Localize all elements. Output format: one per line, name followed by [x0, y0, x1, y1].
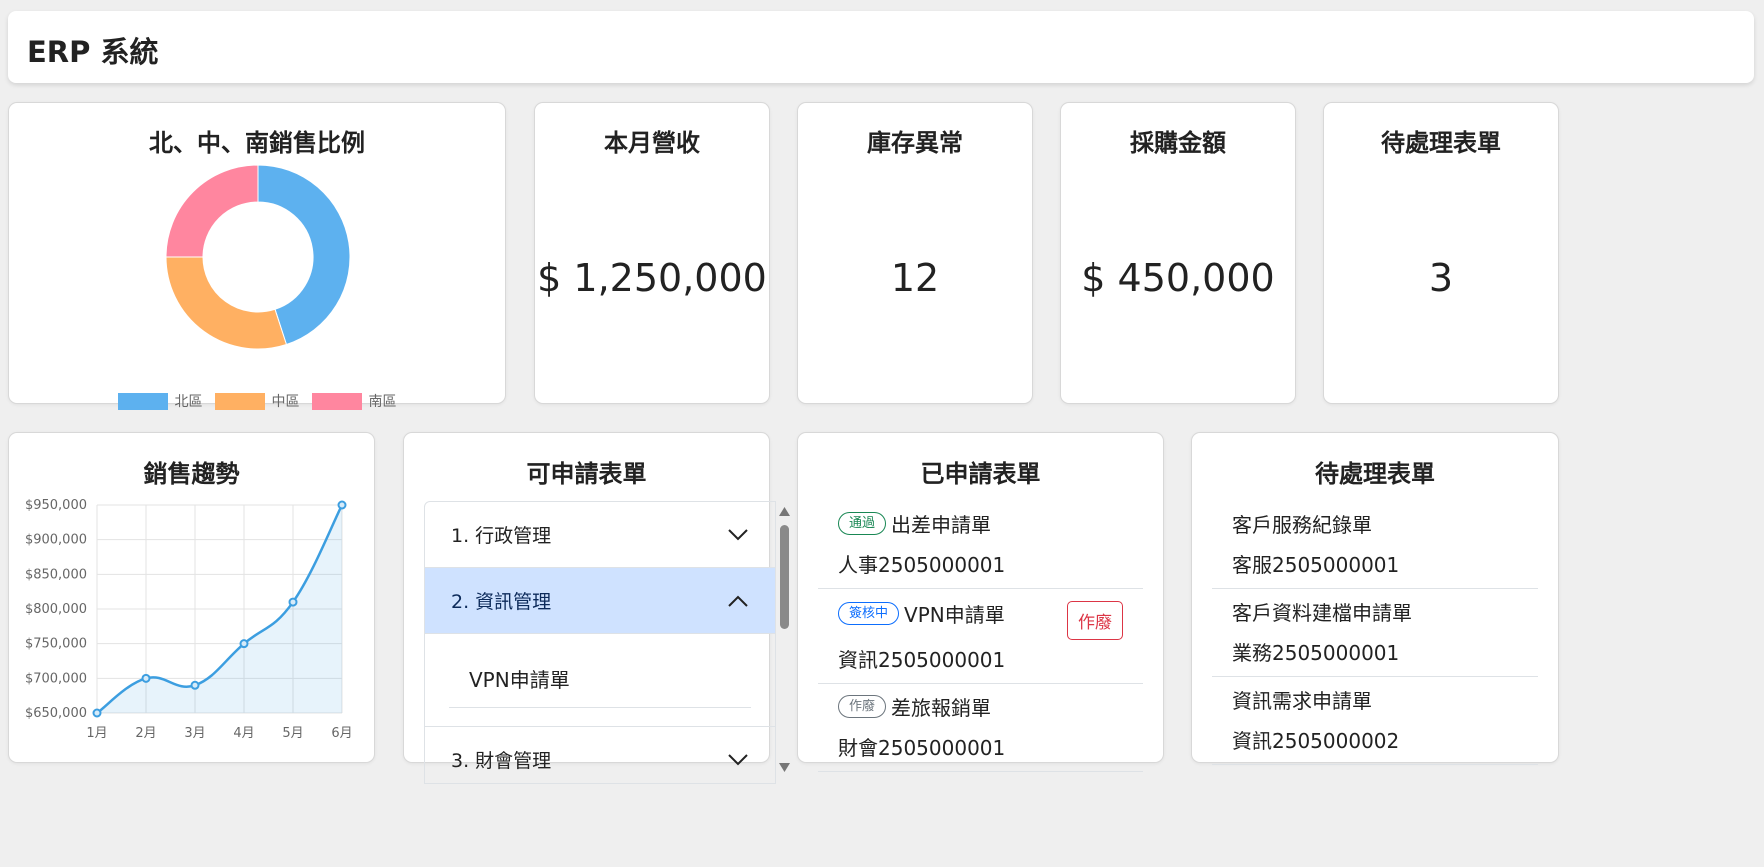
- sales-trend-line-chart: $950,000 $900,000 $850,000 $800,000 $750,000…: [25, 498, 353, 741]
- form-name: VPN申請單: [904, 603, 1005, 627]
- form-number: 財會2505000001: [838, 736, 1006, 760]
- top-navbar: ERP 系統: [8, 11, 1754, 83]
- x-tick-label: 4月: [233, 726, 254, 741]
- kpi-card-inventory-alert: 庫存異常 12: [797, 102, 1033, 404]
- y-tick-label: $650,000: [25, 706, 87, 721]
- sales-ratio-donut-chart: [165, 164, 351, 350]
- form-number: 業務2505000001: [1232, 641, 1400, 665]
- legend-item[interactable]: 南區: [311, 391, 397, 411]
- y-tick-label: $700,000: [25, 671, 87, 686]
- list-item[interactable]: 資訊需求申請單 資訊2505000002: [1212, 677, 1538, 765]
- accordion-header-label: 1. 行政管理: [451, 525, 552, 547]
- form-name: 出差申請單: [891, 513, 992, 537]
- legend-swatch: [311, 392, 362, 410]
- legend-label: 中區: [271, 394, 300, 410]
- kpi-card-pending-forms: 待處理表單 3: [1323, 102, 1559, 404]
- chevron-up-icon: [728, 595, 748, 607]
- form-link-vpn[interactable]: VPN申請單: [449, 652, 751, 708]
- app-title[interactable]: ERP 系統: [27, 29, 159, 71]
- legend-swatch: [214, 392, 265, 410]
- void-button[interactable]: 作廢: [1067, 601, 1123, 640]
- form-number: 人事2505000001: [838, 553, 1006, 577]
- kpi-title: 採購金額: [1130, 129, 1226, 157]
- data-point[interactable]: [288, 597, 298, 607]
- kpi-value: 3: [1428, 256, 1454, 300]
- kpi-title: 本月營收: [604, 129, 700, 157]
- kpi-value: $ 450,000: [1081, 256, 1275, 300]
- form-number: 資訊2505000001: [838, 648, 1006, 672]
- accordion-header-admin[interactable]: 1. 行政管理: [425, 502, 775, 568]
- kpi-value: $ 1,250,000: [537, 256, 767, 300]
- data-point[interactable]: [141, 673, 151, 683]
- donut-slice-2[interactable]: [165, 164, 259, 258]
- status-badge: 簽核中: [838, 601, 900, 626]
- kpi-title: 庫存異常: [867, 129, 963, 157]
- available-forms-card: 可申請表單 1. 行政管理 2. 資訊管理 VPN申請單 3. 財會管理: [403, 432, 790, 784]
- y-tick-label: $800,000: [25, 602, 87, 617]
- data-point[interactable]: [239, 639, 249, 649]
- y-tick-label: $750,000: [25, 637, 87, 652]
- kpi-card-purchase-amount: 採購金額 $ 450,000: [1060, 102, 1296, 404]
- form-name: 客戶資料建檔申請單: [1232, 601, 1412, 625]
- form-number: 資訊2505000002: [1232, 729, 1400, 753]
- accordion-header-it[interactable]: 2. 資訊管理: [425, 568, 775, 634]
- list-item[interactable]: 客戶資料建檔申請單 業務2505000001: [1212, 589, 1538, 677]
- kpi-title: 待處理表單: [1381, 129, 1501, 157]
- sales-ratio-card: 北、中、南銷售比例 北區 中區 南區: [8, 102, 506, 410]
- list-item[interactable]: 簽核中 VPN申請單 資訊2505000001 作廢: [818, 589, 1143, 684]
- available-forms-title: 可申請表單: [526, 460, 647, 488]
- submitted-forms-list: 通過 出差申請單 人事2505000001 簽核中 VPN申請單 資訊25050…: [818, 501, 1143, 772]
- y-tick-label: $900,000: [25, 533, 87, 548]
- list-item[interactable]: 通過 出差申請單 人事2505000001: [818, 501, 1143, 589]
- x-tick-label: 5月: [282, 726, 303, 741]
- form-number: 客服2505000001: [1232, 553, 1400, 577]
- scroll-down-arrow-icon[interactable]: [779, 763, 790, 772]
- x-tick-label: 6月: [331, 726, 352, 741]
- accordion-scrollbar[interactable]: [776, 501, 792, 784]
- legend-item[interactable]: 中區: [214, 391, 300, 411]
- x-tick-label: 2月: [135, 726, 156, 741]
- legend-label: 北區: [174, 394, 203, 410]
- kpi-card-revenue: 本月營收 $ 1,250,000: [534, 102, 770, 404]
- x-tick-label: 3月: [184, 726, 205, 741]
- submitted-forms-card: 已申請表單 通過 出差申請單 人事2505000001 簽核中 VPN申請單 資…: [797, 432, 1164, 772]
- pending-forms-title: 待處理表單: [1315, 460, 1435, 488]
- accordion-header-label: 3. 財會管理: [451, 750, 552, 772]
- submitted-forms-title: 已申請表單: [920, 460, 1041, 488]
- data-point[interactable]: [92, 708, 102, 718]
- legend-label: 南區: [368, 394, 397, 410]
- pending-forms-card: 待處理表單 客戶服務紀錄單 客服2505000001 客戶資料建檔申請單 業務2…: [1191, 432, 1559, 765]
- y-tick-label: $850,000: [25, 567, 87, 582]
- sales-trend-card: 銷售趨勢 $950,000 $900,000 $850,000 $800,000 $75…: [8, 432, 375, 763]
- status-badge: 通過: [838, 511, 887, 536]
- form-name: 資訊需求申請單: [1232, 689, 1372, 713]
- accordion-header-label: 2. 資訊管理: [451, 591, 552, 613]
- data-point[interactable]: [337, 500, 347, 510]
- list-item[interactable]: 客戶服務紀錄單 客服2505000001: [1212, 501, 1538, 589]
- form-category-accordion: 1. 行政管理 2. 資訊管理 VPN申請單 3. 財會管理: [424, 501, 776, 784]
- form-name: 客戶服務紀錄單: [1232, 513, 1372, 537]
- data-point[interactable]: [190, 680, 200, 690]
- status-badge: 作廢: [838, 694, 887, 719]
- chevron-down-icon: [728, 528, 748, 540]
- scrollbar-thumb[interactable]: [780, 525, 789, 629]
- scroll-up-arrow-icon[interactable]: [779, 507, 790, 516]
- chart-legend: 北區 中區 南區: [9, 391, 505, 411]
- kpi-value: 12: [890, 256, 940, 300]
- accordion-header-finance[interactable]: 3. 財會管理: [425, 727, 775, 783]
- sales-ratio-title: 北、中、南銷售比例: [149, 129, 365, 157]
- legend-item[interactable]: 北區: [117, 391, 203, 411]
- x-tick-label: 1月: [86, 726, 107, 741]
- legend-swatch: [117, 392, 168, 410]
- pending-forms-list: 客戶服務紀錄單 客服2505000001 客戶資料建檔申請單 業務2505000…: [1212, 501, 1538, 765]
- donut-slice-1[interactable]: [165, 256, 288, 350]
- accordion-body-it: VPN申請單: [425, 634, 775, 727]
- list-item[interactable]: 作廢 差旅報銷單 財會2505000001: [818, 684, 1143, 772]
- form-name: 差旅報銷單: [891, 696, 992, 720]
- chevron-down-icon: [728, 753, 748, 765]
- y-tick-label: $950,000: [25, 498, 87, 513]
